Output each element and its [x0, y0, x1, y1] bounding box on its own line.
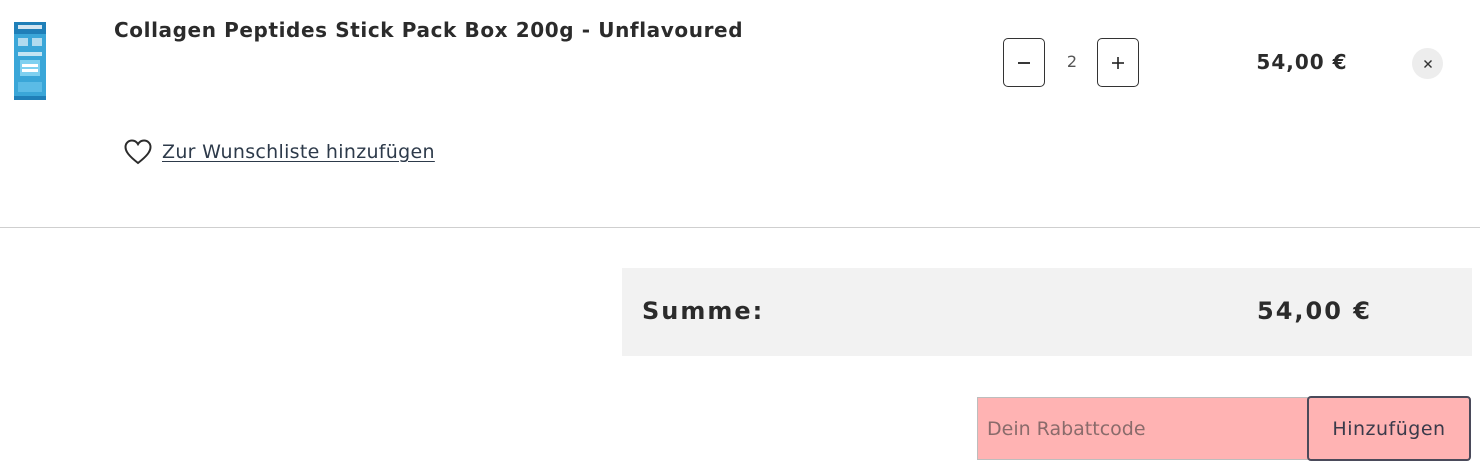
minus-icon [1018, 61, 1030, 64]
heart-icon [124, 139, 152, 165]
total-label: Summe: [642, 297, 765, 325]
discount-code-input[interactable] [977, 397, 1308, 460]
cart-page: Collagen Peptides Stick Pack Box 200g - … [0, 0, 1480, 466]
remove-item-button[interactable] [1412, 48, 1443, 79]
close-icon [1423, 59, 1432, 68]
increase-quantity-button[interactable] [1097, 38, 1139, 87]
wishlist-link-label[interactable]: Zur Wunschliste hinzufügen [162, 141, 435, 163]
quantity-value[interactable]: 2 [1050, 52, 1094, 71]
product-name[interactable]: Collagen Peptides Stick Pack Box 200g - … [114, 18, 743, 42]
order-total-box: Summe: 54,00 € [622, 268, 1472, 356]
line-item-price: 54,00 € [1256, 50, 1348, 74]
plus-icon [1112, 56, 1124, 69]
add-to-wishlist-link[interactable]: Zur Wunschliste hinzufügen [124, 139, 435, 165]
total-value: 54,00 € [1257, 297, 1372, 325]
divider [0, 227, 1480, 228]
product-box-image-icon [14, 22, 46, 100]
product-image[interactable] [12, 18, 48, 102]
apply-discount-button[interactable]: Hinzufügen [1307, 396, 1471, 461]
decrease-quantity-button[interactable] [1003, 38, 1045, 87]
